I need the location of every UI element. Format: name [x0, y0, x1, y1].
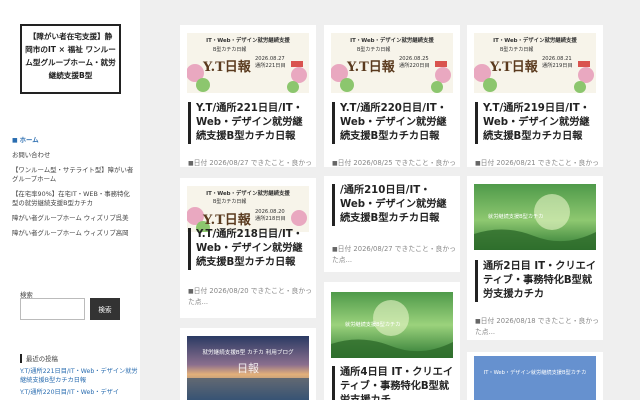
- post-card[interactable]: /通所210日目/IT・Web・デザイン就労継続支援B型カチカ日報 ■日付 20…: [324, 176, 460, 272]
- calendar-icon: ■: [188, 160, 194, 167]
- sidebar-nav: ■ ホーム お問い合わせ 【ワンルーム型・サテライト型】障がい者グループホーム 【…: [12, 136, 134, 244]
- post-thumbnail[interactable]: IT・Web・デザイン就労継続支援 B型カチカ日報 Y.T日報 2026.08.…: [187, 186, 309, 232]
- recent-posts-list: Y.T/通所221日目/IT・Web・デザイン就労継続支援B型カチカ日報 Y.T…: [20, 367, 138, 400]
- banner-date-text: 2026.08.20: [255, 209, 285, 215]
- post-title[interactable]: 通所4日目 IT・クリエイティブ・事務特化B型就労支援カチ: [332, 366, 454, 400]
- banner-day-text: 通所218日目: [255, 214, 286, 222]
- thumb-mark: 日報: [237, 362, 259, 375]
- recent-post-link[interactable]: Y.T/通所221日目/IT・Web・デザイン就労継続支援B型カチカ日報: [20, 367, 138, 385]
- thumb-label: 就労継続支援B型カチカ: [345, 320, 400, 328]
- post-title[interactable]: Y.T/通所220日目/IT・Web・デザイン就労継続支援B型カチカ日報: [332, 102, 454, 144]
- post-thumbnail[interactable]: IT・Web・デザイン就労継続支援B型カチカ: [474, 356, 596, 400]
- post-title[interactable]: Y.T/通所221日目/IT・Web・デザイン就労継続支援B型カチカ日報: [188, 102, 310, 144]
- banner-date-text: 2026.08.27: [255, 56, 285, 62]
- nav-item-home[interactable]: ■ ホーム: [12, 136, 134, 145]
- site-title[interactable]: 【障がい者在宅支援】静岡市のIT × 福祉 ワンルーム型グループホーム・就労継続…: [20, 24, 121, 94]
- post-title[interactable]: /通所210日目/IT・Web・デザイン就労継続支援B型カチカ日報: [332, 184, 454, 226]
- post-card[interactable]: IT・Web・デザイン就労継続支援 B型カチカ日報 Y.T日報 2026.08.…: [180, 25, 316, 167]
- post-meta: ■日付 2026/08/20 できたこと・良かった点...: [188, 287, 312, 306]
- search-button[interactable]: 検索: [90, 298, 120, 320]
- thumb-label: IT・Web・デザイン就労継続支援B型カチカ: [484, 368, 587, 376]
- banner-top-text: IT・Web・デザイン就労継続支援: [350, 36, 434, 44]
- banner-top-text: IT・Web・デザイン就労継続支援: [206, 36, 290, 44]
- banner-date-text: 2026.08.21: [542, 56, 572, 62]
- post-thumbnail[interactable]: IT・Web・デザイン就労継続支援 B型カチカ日報 Y.T日報 2026.08.…: [187, 33, 309, 93]
- banner-sub-text: B型カチカ日報: [357, 46, 390, 53]
- calendar-icon: ■: [332, 160, 338, 167]
- banner-day-text: 通所220日目: [399, 61, 430, 69]
- calendar-icon: ■: [188, 288, 194, 295]
- post-meta: ■日付 2026/08/27 できたこと・良かった点...: [188, 159, 312, 167]
- post-card[interactable]: IT・Web・デザイン就労継続支援B型カチカ: [467, 352, 603, 400]
- calendar-icon: ■: [475, 160, 481, 167]
- banner-sub-text: B型カチカ日報: [500, 46, 533, 53]
- nav-item-withlive-takaoka[interactable]: 障がい者グループホーム ウィズリブ高岡: [12, 229, 134, 238]
- post-card[interactable]: 就労継続支援B型カチカ 通所2日目 IT・クリエイティブ・事務特化B型就労支援カ…: [467, 176, 603, 340]
- sidebar: 【障がい者在宅支援】静岡市のIT × 福祉 ワンルーム型グループホーム・就労継続…: [0, 0, 140, 400]
- banner-big-text: Y.T日報: [202, 59, 252, 75]
- search-input[interactable]: [20, 298, 85, 320]
- banner-day-text: 通所221日目: [255, 61, 286, 69]
- recent-post-link[interactable]: Y.T/通所220日目/IT・Web・デザイ: [20, 388, 138, 397]
- post-card[interactable]: IT・Web・デザイン就労継続支援 B型カチカ日報 Y.T日報 2026.08.…: [180, 178, 316, 318]
- bullet-icon: ■: [12, 137, 18, 144]
- post-meta: ■日付 2026/08/18 できたこと・良かった点...: [475, 317, 599, 336]
- post-thumbnail[interactable]: IT・Web・デザイン就労継続支援 B型カチカ日報 Y.T日報 2026.08.…: [474, 33, 596, 93]
- calendar-icon: ■: [332, 246, 338, 253]
- banner-sub-text: B型カチカ日報: [213, 46, 246, 53]
- post-thumbnail[interactable]: 就労継続支援B型カチカ: [474, 184, 596, 250]
- nav-item-b-type[interactable]: 【在宅率90%】在宅IT・WEB・事務特化型の就労継続支援B型カチカ: [12, 190, 134, 208]
- calendar-icon: ■: [475, 318, 481, 325]
- post-meta: ■日付 2026/08/27 できたこと・良かった点...: [332, 245, 456, 264]
- post-card[interactable]: 就労継続支援B型カチカ 通所4日目 IT・クリエイティブ・事務特化B型就労支援カ…: [324, 282, 460, 400]
- post-title[interactable]: 通所2日目 IT・クリエイティブ・事務特化B型就労支援カチカ: [475, 260, 597, 302]
- post-title[interactable]: Y.T/通所218日目/IT・Web・デザイン就労継続支援B型カチカ日報: [188, 228, 310, 270]
- post-thumbnail[interactable]: 就労継続支援B型カチカ: [331, 292, 453, 358]
- nav-item-contact[interactable]: お問い合わせ: [12, 151, 134, 160]
- banner-day-text: 通所219日目: [542, 61, 573, 69]
- post-card[interactable]: 就労継続支援B型 カチカ 利用ブログ 日報: [180, 328, 316, 400]
- post-meta: ■日付 2026/08/21 できたこと・良かった点...: [475, 159, 599, 167]
- thumb-label: 就労継続支援B型 カチカ 利用ブログ: [202, 348, 294, 356]
- thumb-label: 就労継続支援B型カチカ: [488, 212, 543, 220]
- post-card[interactable]: IT・Web・デザイン就労継続支援 B型カチカ日報 Y.T日報 2026.08.…: [324, 25, 460, 167]
- banner-top-text: IT・Web・デザイン就労継続支援: [493, 36, 577, 44]
- nav-item-label: ホーム: [19, 136, 39, 144]
- banner-big-text: Y.T日報: [489, 59, 539, 75]
- post-title[interactable]: Y.T/通所219日目/IT・Web・デザイン就労継続支援B型カチカ日報: [475, 102, 597, 144]
- banner-sub-text: B型カチカ日報: [213, 198, 246, 205]
- banner-big-text: Y.T日報: [202, 212, 252, 228]
- recent-posts-heading: 最近の投稿: [20, 354, 58, 363]
- post-thumbnail[interactable]: 就労継続支援B型 カチカ 利用ブログ 日報: [187, 336, 309, 400]
- banner-top-text: IT・Web・デザイン就労継続支援: [206, 189, 290, 197]
- post-card[interactable]: IT・Web・デザイン就労継続支援 B型カチカ日報 Y.T日報 2026.08.…: [467, 25, 603, 167]
- banner-big-text: Y.T日報: [346, 59, 396, 75]
- nav-item-group-home[interactable]: 【ワンルーム型・サテライト型】障がい者グループホーム: [12, 166, 134, 184]
- post-meta: ■日付 2026/08/25 できたこと・良かった点...: [332, 159, 456, 167]
- nav-item-withlive-kuremi[interactable]: 障がい者グループホーム ウィズリブ呉美: [12, 214, 134, 223]
- banner-date-text: 2026.08.25: [399, 56, 429, 62]
- post-thumbnail[interactable]: IT・Web・デザイン就労継続支援 B型カチカ日報 Y.T日報 2026.08.…: [331, 33, 453, 93]
